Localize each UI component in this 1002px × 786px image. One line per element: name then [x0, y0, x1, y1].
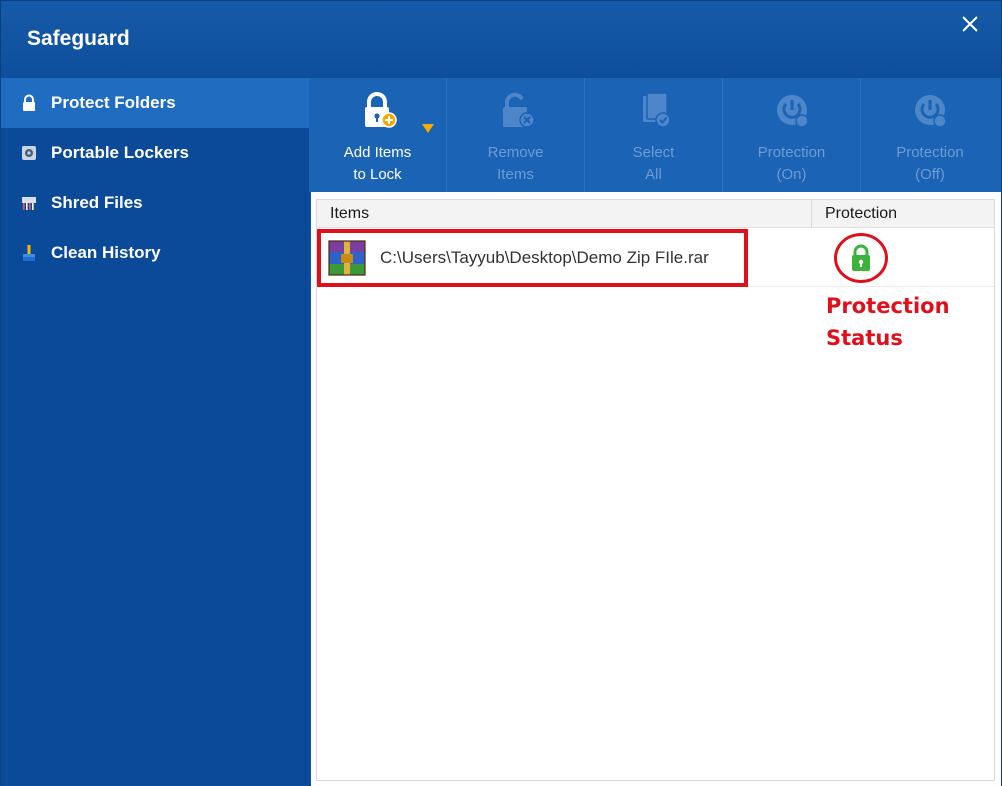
- lock-remove-icon: [495, 90, 537, 132]
- table-row[interactable]: C:\Users\Tayyub\Desktop\Demo Zip FIle.ra…: [317, 229, 994, 287]
- items-list: Items Protection C:\Users\Tayyub\Desktop…: [316, 199, 995, 781]
- file-path: C:\Users\Tayyub\Desktop\Demo Zip FIle.ra…: [380, 248, 709, 267]
- remove-items-label: Remove Items: [487, 144, 544, 183]
- chevron-down-icon[interactable]: [422, 124, 434, 134]
- sidebar-item-clean-history[interactable]: Clean History: [1, 228, 309, 278]
- select-all-icon: [633, 90, 675, 132]
- lock-add-icon: [357, 90, 399, 132]
- winrar-archive-icon: [328, 240, 366, 276]
- sidebar-item-shred-files[interactable]: Shred Files: [1, 178, 309, 228]
- annotation-protection-status: Protection Status: [826, 294, 950, 350]
- close-button[interactable]: [957, 11, 983, 37]
- app-window: Safeguard Protect Folders Portable Locke…: [0, 0, 1002, 786]
- select-all-button[interactable]: Select All: [585, 78, 723, 192]
- sidebar-item-protect-folders[interactable]: Protect Folders: [1, 78, 309, 128]
- title-bar: Safeguard: [1, 1, 1001, 78]
- sidebar-item-label: Portable Lockers: [51, 143, 189, 162]
- column-divider[interactable]: [811, 200, 812, 228]
- add-items-label: Add Items to Lock: [343, 144, 412, 183]
- power-off-icon: [909, 90, 951, 132]
- lock-icon: [1, 94, 51, 112]
- protection-off-button[interactable]: Protection (Off): [861, 78, 999, 192]
- locker-icon: [1, 144, 51, 162]
- protection-off-label: Protection (Off): [896, 144, 964, 183]
- add-items-button[interactable]: Add Items to Lock: [309, 78, 447, 192]
- sidebar-item-label: Clean History: [51, 243, 161, 262]
- app-title: Safeguard: [27, 27, 130, 50]
- protection-on-button[interactable]: Protection (On): [723, 78, 861, 192]
- sidebar-item-label: Protect Folders: [51, 93, 176, 112]
- sidebar-item-portable-lockers[interactable]: Portable Lockers: [1, 128, 309, 178]
- protection-on-label: Protection (On): [757, 144, 826, 183]
- toolbar: Add Items to Lock Remove Items Select Al…: [309, 78, 1001, 192]
- lock-green-icon: [852, 244, 870, 271]
- list-header: Items Protection: [317, 200, 994, 228]
- sidebar-item-label: Shred Files: [51, 193, 143, 212]
- power-on-icon: [771, 90, 813, 132]
- content-pane: Items Protection C:\Users\Tayyub\Desktop…: [311, 192, 1001, 786]
- sidebar: Protect Folders Portable Lockers Shred F…: [1, 78, 309, 786]
- column-header-protection[interactable]: Protection: [825, 205, 897, 223]
- shredder-icon: [1, 194, 51, 212]
- column-header-items[interactable]: Items: [330, 205, 369, 223]
- brush-icon: [1, 244, 51, 262]
- select-all-label: Select All: [632, 144, 675, 183]
- remove-items-button[interactable]: Remove Items: [447, 78, 585, 192]
- close-icon: [962, 16, 978, 32]
